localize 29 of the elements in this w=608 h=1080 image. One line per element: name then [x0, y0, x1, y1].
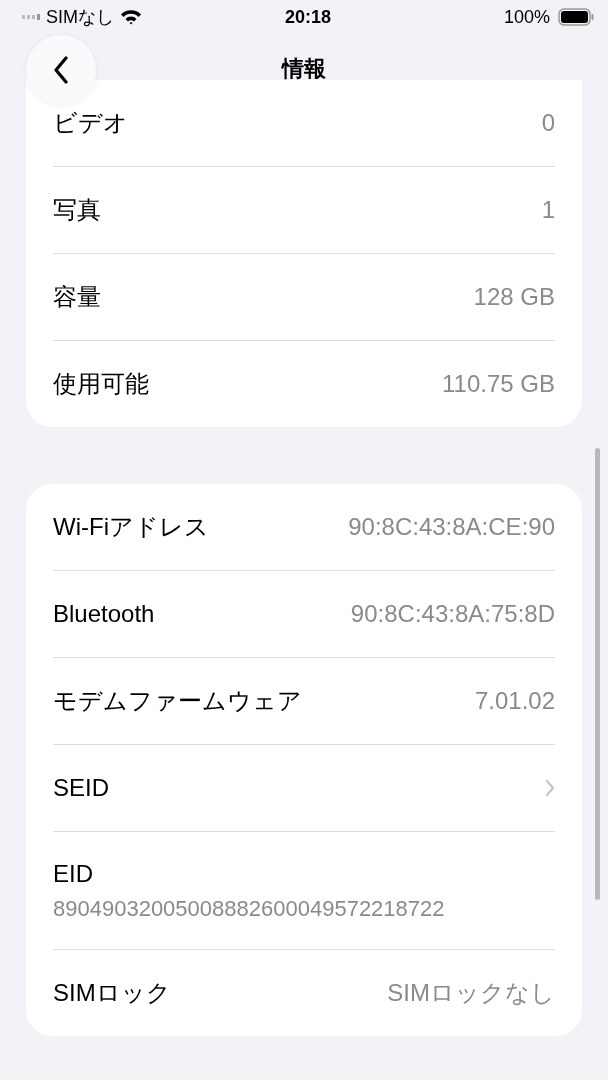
row-label: Bluetooth	[53, 600, 155, 628]
row-value: 128 GB	[473, 283, 555, 311]
row-label: モデムファームウェア	[53, 686, 302, 716]
battery-icon	[558, 8, 594, 26]
row-value: SIMロックなし	[387, 978, 555, 1008]
row-value: 90:8C:43:8A:CE:90	[348, 513, 555, 541]
battery-percent: 100%	[503, 6, 550, 28]
row-value: 0	[541, 109, 555, 137]
row-label: Wi-Fiアドレス	[53, 512, 209, 542]
row-label: SEID	[53, 774, 109, 802]
row-label: 使用可能	[53, 369, 149, 399]
row-value: 90:8C:43:8A:75:8D	[350, 600, 555, 628]
carrier-text: SIMなし	[46, 6, 114, 29]
chevron-icon	[545, 779, 555, 797]
back-icon	[53, 56, 69, 84]
list-row[interactable]: SEID	[53, 744, 555, 831]
row-value: 1	[541, 196, 555, 224]
row-label: 写真	[53, 195, 101, 225]
row-label: SIMロック	[53, 978, 171, 1008]
row-value: 89049032005008882600049572218722	[53, 895, 445, 922]
time-text: 20:18	[285, 6, 332, 28]
page-title: 情報	[282, 55, 326, 83]
row-label: EID	[53, 859, 93, 888]
row-label: 容量	[53, 282, 101, 312]
row-value: 110.75 GB	[442, 370, 555, 398]
wifi-icon	[120, 9, 142, 25]
row-value: 7.01.02	[474, 687, 555, 715]
signal-icon	[22, 14, 40, 20]
row-label: ビデオ	[53, 108, 128, 138]
